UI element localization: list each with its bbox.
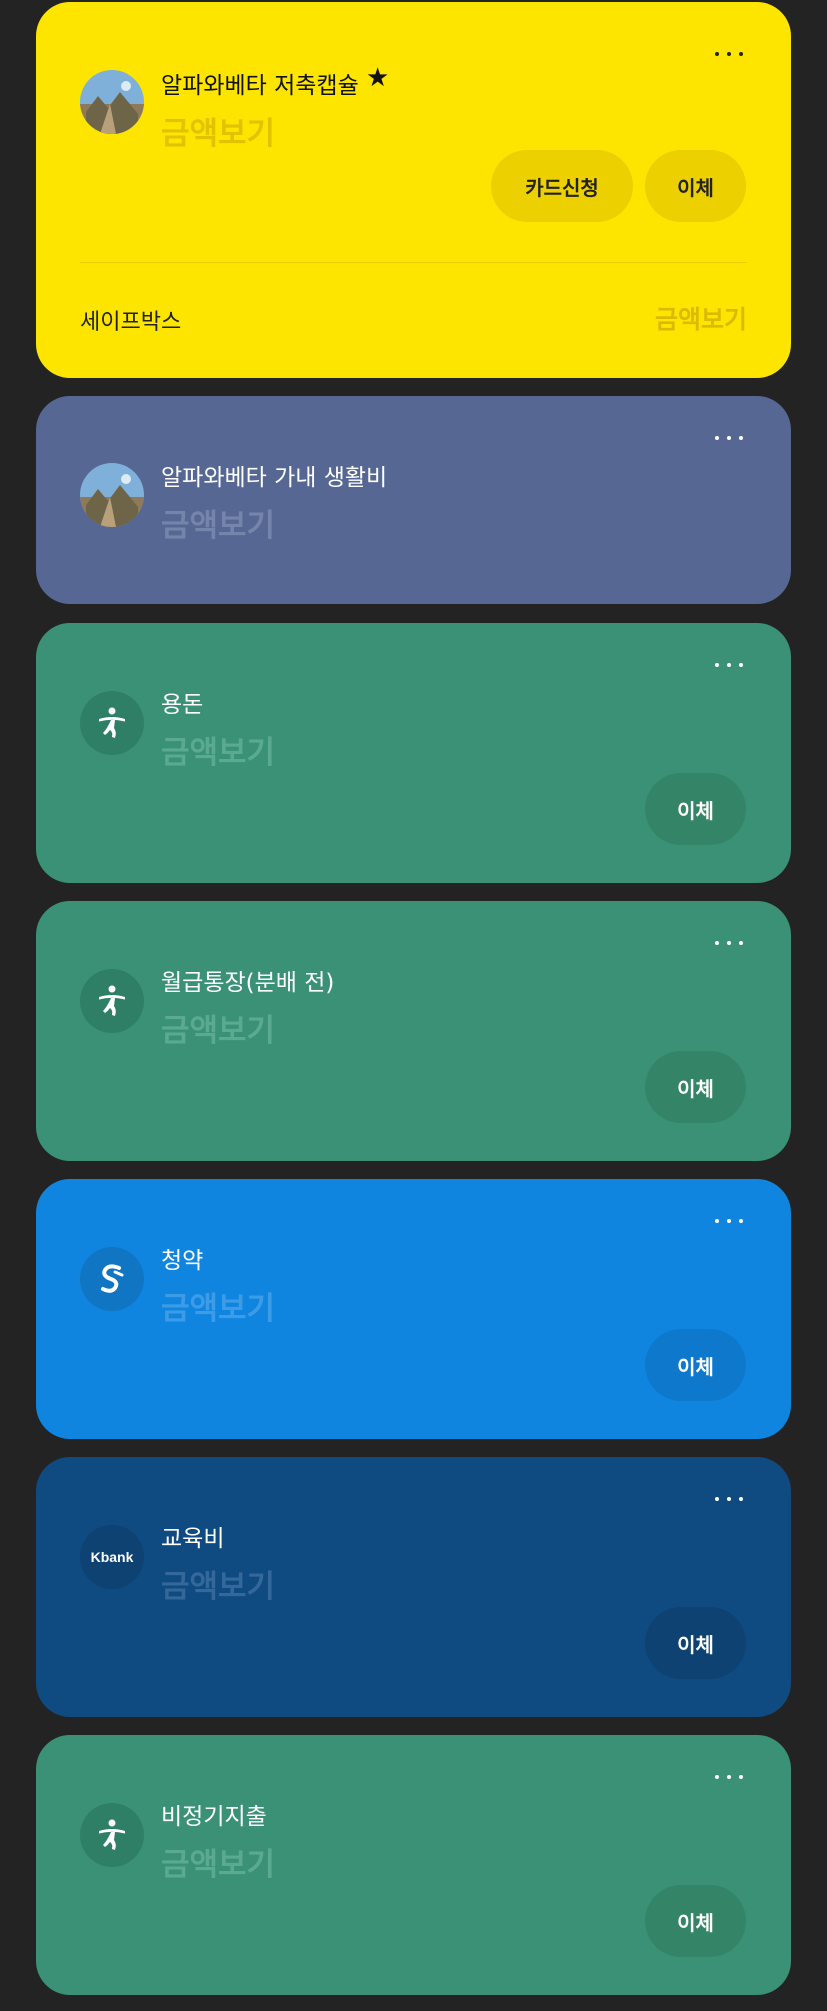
account-name: 월급통장(분배 전) xyxy=(161,970,335,996)
amount-reveal-text[interactable]: 금액보기 xyxy=(161,108,275,153)
account-name: 청약 xyxy=(161,1248,204,1274)
more-options-icon[interactable] xyxy=(715,1775,743,1779)
kbank-logo: Kbank xyxy=(80,1525,144,1589)
divider xyxy=(80,262,747,263)
landscape-photo-avatar xyxy=(80,70,144,134)
hana-bank-logo xyxy=(80,969,144,1033)
landscape-photo-avatar xyxy=(80,463,144,527)
transfer-button[interactable]: 이체 xyxy=(645,1329,746,1401)
amount-reveal-text[interactable]: 금액보기 xyxy=(161,1561,275,1606)
transfer-button[interactable]: 이체 xyxy=(645,1607,746,1679)
account-card-savings-capsule[interactable]: 알파와베타 저축캡슐 ★ 금액보기 카드신청 이체 세이프박스 금액보기 xyxy=(36,2,791,378)
transfer-button[interactable]: 이체 xyxy=(645,1885,746,1957)
more-options-icon[interactable] xyxy=(715,1219,743,1223)
shinhan-bank-logo xyxy=(80,1247,144,1311)
hana-bank-logo xyxy=(80,1803,144,1867)
account-card-irregular-expense[interactable]: 비정기지출 금액보기 이체 xyxy=(36,1735,791,1995)
transfer-button[interactable]: 이체 xyxy=(645,1051,746,1123)
kbank-logo-text: Kbank xyxy=(90,1549,134,1565)
account-name: 교육비 xyxy=(161,1526,225,1552)
amount-reveal-text[interactable]: 금액보기 xyxy=(161,500,275,545)
account-card-household[interactable]: 알파와베타 가내 생활비 금액보기 xyxy=(36,396,791,604)
account-card-subscription[interactable]: 청약 금액보기 이체 xyxy=(36,1179,791,1439)
card-apply-button[interactable]: 카드신청 xyxy=(491,150,633,222)
more-options-icon[interactable] xyxy=(715,663,743,667)
account-card-salary[interactable]: 월급통장(분배 전) 금액보기 이체 xyxy=(36,901,791,1161)
more-options-icon[interactable] xyxy=(715,1497,743,1501)
transfer-button[interactable]: 이체 xyxy=(645,150,746,222)
account-name: 알파와베타 저축캡슐 xyxy=(161,73,359,99)
account-name: 용돈 xyxy=(161,692,204,718)
star-icon: ★ xyxy=(366,63,390,93)
hana-bank-logo xyxy=(80,691,144,755)
safebox-label: 세이프박스 xyxy=(80,310,182,335)
amount-reveal-text[interactable]: 금액보기 xyxy=(161,1283,275,1328)
transfer-button[interactable]: 이체 xyxy=(645,773,746,845)
amount-reveal-text[interactable]: 금액보기 xyxy=(161,727,275,772)
more-options-icon[interactable] xyxy=(715,52,743,56)
account-card-education[interactable]: Kbank 교육비 금액보기 이체 xyxy=(36,1457,791,1717)
account-card-allowance[interactable]: 용돈 금액보기 이체 xyxy=(36,623,791,883)
more-options-icon[interactable] xyxy=(715,436,743,440)
account-name: 비정기지출 xyxy=(161,1804,267,1830)
account-name: 알파와베타 가내 생활비 xyxy=(161,465,388,491)
amount-reveal-text[interactable]: 금액보기 xyxy=(161,1005,275,1050)
amount-reveal-text[interactable]: 금액보기 xyxy=(161,1839,275,1884)
more-options-icon[interactable] xyxy=(715,941,743,945)
safebox-amount-reveal-text[interactable]: 금액보기 xyxy=(655,300,747,336)
